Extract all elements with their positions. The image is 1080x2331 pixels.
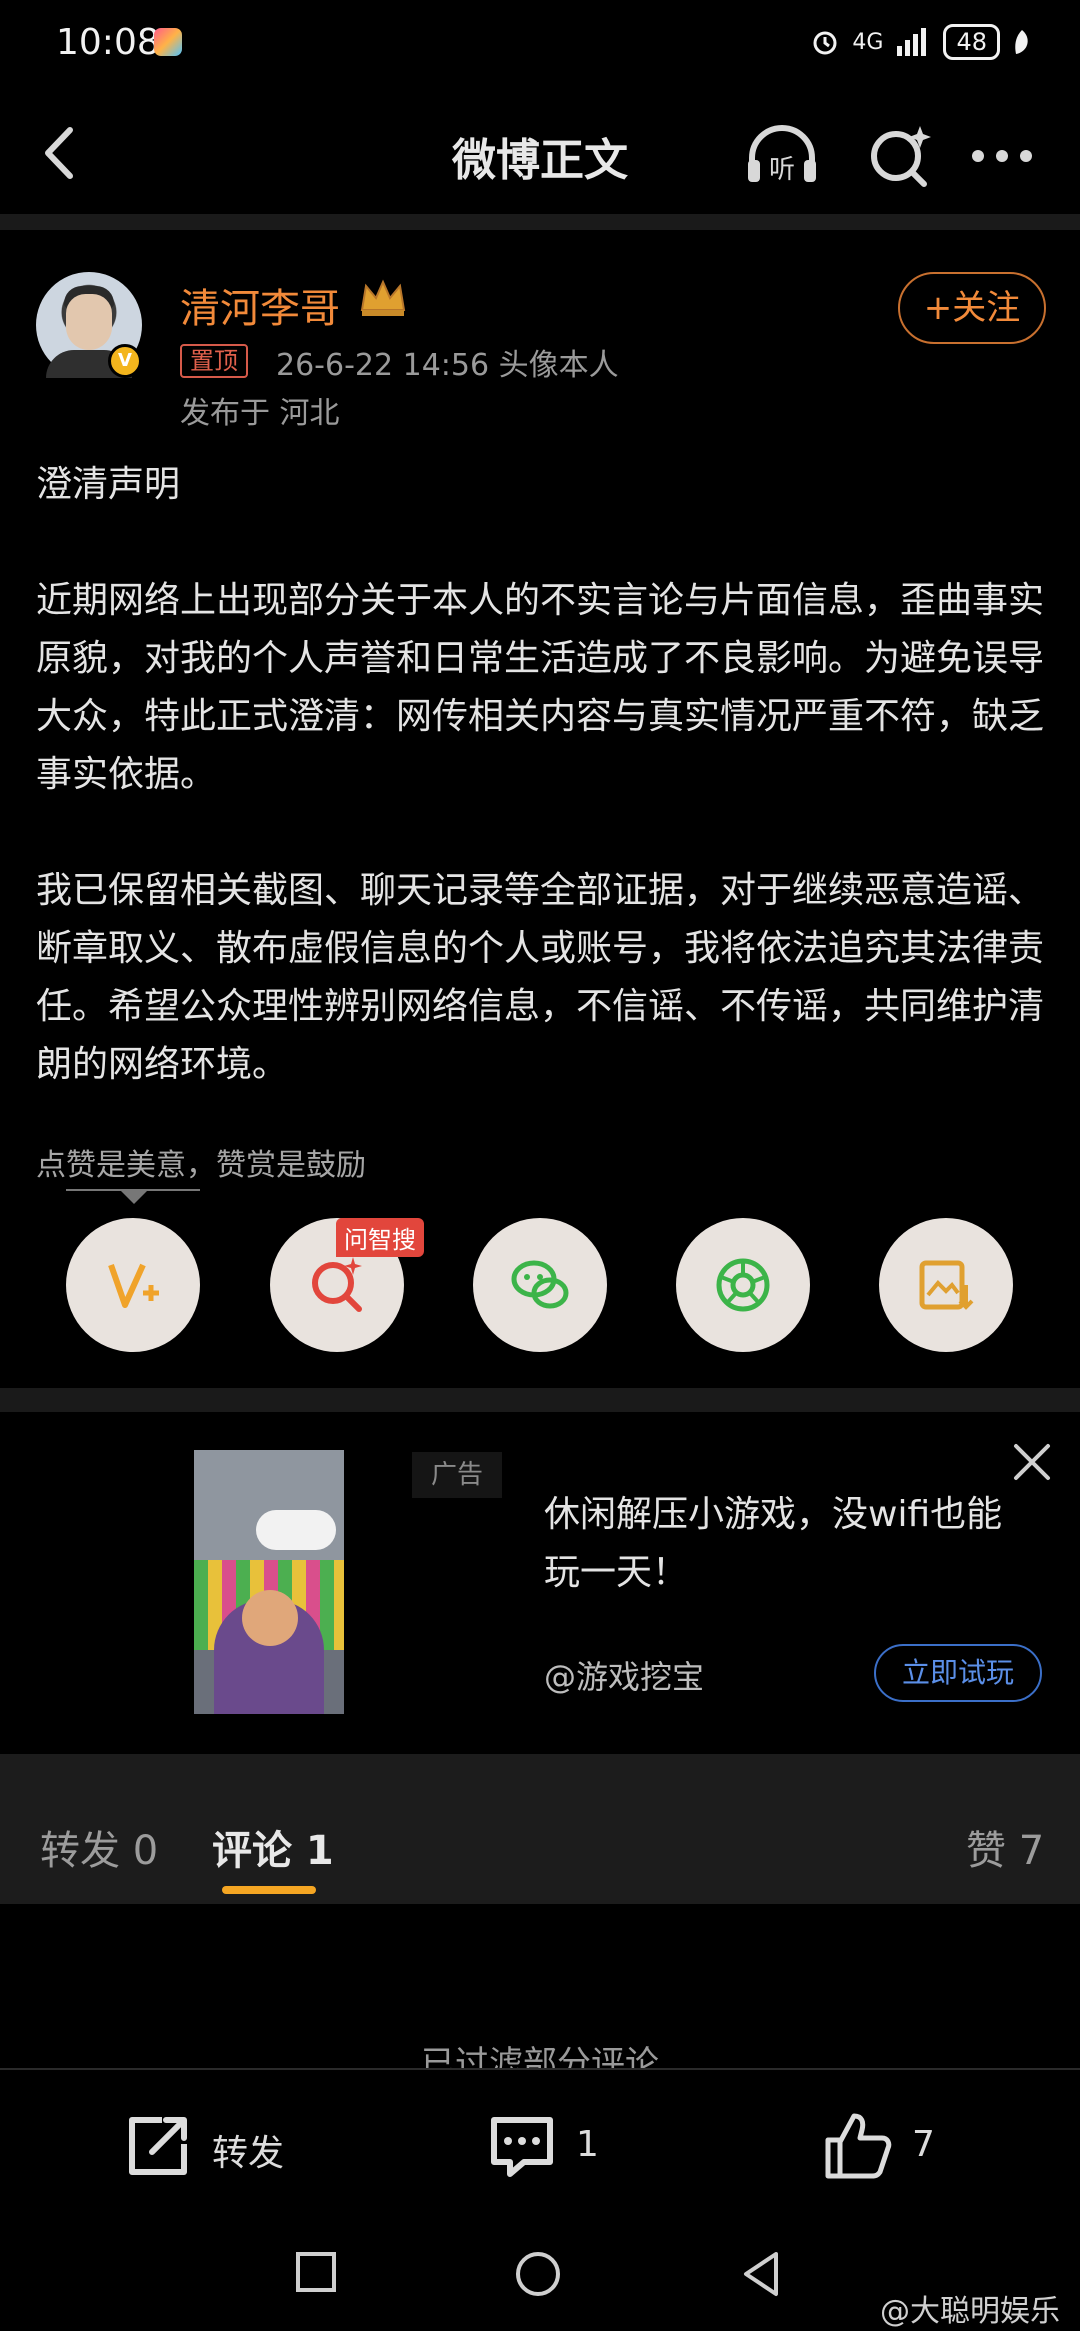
leaf-icon [1015, 30, 1028, 54]
recents-icon[interactable] [294, 2250, 338, 2294]
reward-icon [108, 1263, 159, 1308]
ad-thumbnail[interactable] [194, 1450, 344, 1714]
watermark: @大聪明娱乐 [880, 2294, 1060, 2329]
section-divider [0, 1388, 1080, 1412]
post-paragraph-heading: 澄清声明 [36, 464, 181, 505]
battery-indicator: 48 [943, 24, 1000, 60]
like-icon[interactable] [820, 2108, 896, 2184]
pinned-badge: 置顶 [180, 344, 248, 378]
network-label: 4G [852, 29, 884, 55]
signal-icon [897, 28, 927, 56]
ad-try-now-button[interactable]: 立即试玩 [874, 1644, 1042, 1702]
save-image-button[interactable] [879, 1218, 1013, 1352]
reward-hint: 点赞是美意，赞赏是鼓励 [36, 1148, 366, 1183]
system-back-icon[interactable] [740, 2250, 784, 2298]
like-count[interactable]: 7 [912, 2124, 935, 2165]
ad-title[interactable]: 休闲解压小游戏，没wifi也能玩一天！ [544, 1486, 1034, 1602]
notification-app-icon [154, 28, 182, 56]
reward-button[interactable] [66, 1218, 200, 1352]
ad-label: 广告 [412, 1452, 502, 1498]
verified-badge-icon: V [108, 344, 142, 378]
tab-repost[interactable]: 转发 0 [40, 1818, 158, 1876]
ai-search-icon[interactable] [862, 120, 942, 190]
nav-divider [0, 214, 1080, 230]
repost-button[interactable]: 转发 [212, 2124, 284, 2176]
tab-like[interactable]: 赞 7 [966, 1818, 1044, 1876]
author-name[interactable]: 清河李哥 [180, 276, 340, 334]
more-icon[interactable] [962, 120, 1042, 190]
ai-search-tag: 问智搜 [336, 1218, 424, 1257]
crown-icon [360, 279, 406, 316]
post-paragraph: 我已保留相关截图、聊天记录等全部证据，对于继续恶意造谣、断章取义、散布虚假信息的… [36, 870, 1045, 1085]
wechat-icon [511, 1260, 569, 1309]
share-wechat-button[interactable] [473, 1218, 607, 1352]
search-ai-icon [312, 1257, 362, 1312]
post-location: 发布于 河北 [180, 396, 340, 431]
interaction-tabs [0, 1754, 1080, 1904]
status-time: 10:08 [56, 22, 160, 63]
comment-icon[interactable] [486, 2110, 558, 2182]
follow-button[interactable]: +关注 [898, 272, 1046, 344]
post-paragraph: 近期网络上出现部分关于本人的不实言论与片面信息，歪曲事实原貌，对我的个人声誉和日… [36, 580, 1045, 795]
comment-count[interactable]: 1 [576, 2124, 599, 2165]
save-image-icon [919, 1260, 974, 1310]
active-tab-indicator [222, 1886, 316, 1894]
filtered-comments-note: 已过滤部分评论 [421, 2044, 659, 2068]
status-icons: 4G 48 [810, 24, 1032, 60]
post-content: 澄清声明 近期网络上出现部分关于本人的不实言论与片面信息，歪曲事实原貌，对我的个… [36, 456, 1046, 1152]
home-icon[interactable] [514, 2250, 562, 2298]
repost-icon[interactable] [122, 2110, 194, 2182]
post-meta: 26-6-22 14:56 头像本人 [276, 348, 619, 383]
close-icon[interactable] [1010, 1440, 1054, 1484]
alarm-icon [813, 31, 837, 55]
share-moments-button[interactable] [676, 1218, 810, 1352]
listen-icon[interactable]: 听 [742, 120, 822, 190]
reward-caret-icon [120, 1190, 148, 1204]
moments-icon [716, 1258, 770, 1312]
tab-comment[interactable]: 评论 1 [212, 1818, 334, 1876]
listen-label: 听 [769, 155, 795, 185]
ad-source[interactable]: @游戏挖宝 [544, 1652, 704, 1698]
